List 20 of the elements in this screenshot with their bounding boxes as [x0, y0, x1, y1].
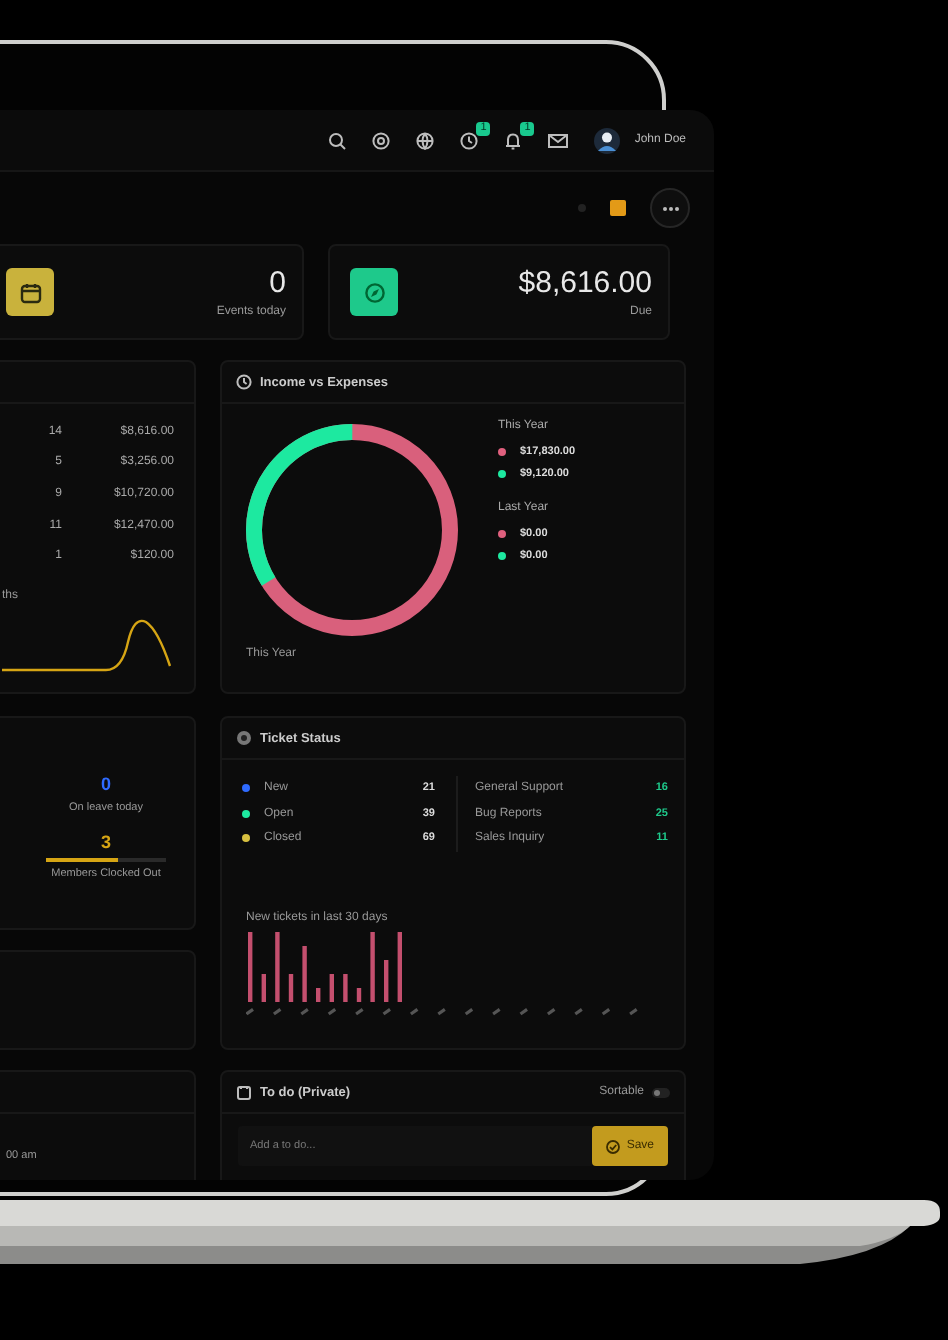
compass-icon [363, 281, 385, 303]
clipboard-icon [236, 1084, 252, 1100]
more-button[interactable] [650, 188, 690, 228]
stat-value: $8,616.00 [516, 266, 652, 302]
globe-icon[interactable] [416, 131, 435, 149]
sortable-toggle[interactable] [652, 1087, 670, 1097]
calendar-icon [19, 281, 41, 303]
check-icon [606, 1139, 621, 1153]
stat-value: 3 [100, 832, 111, 854]
stat-value: 0 [100, 774, 111, 796]
stat-value: 0 [267, 266, 286, 302]
clock-icon[interactable] [460, 131, 479, 149]
clock-icon [236, 374, 252, 390]
mail-icon[interactable] [548, 131, 569, 149]
target-icon[interactable] [372, 131, 391, 149]
avatar-icon[interactable] [594, 127, 621, 153]
search-icon[interactable] [328, 131, 347, 149]
gauge-icon [236, 730, 252, 746]
bell-icon[interactable] [504, 131, 523, 149]
more-icon [661, 205, 679, 211]
